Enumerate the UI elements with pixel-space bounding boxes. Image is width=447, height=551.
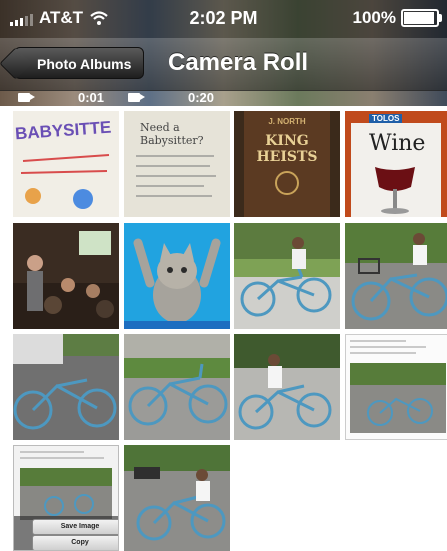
photo-albums-back-button[interactable]: Photo Albums [14, 47, 145, 79]
photo-thumbnail[interactable]: TOLOS Wine [345, 111, 447, 217]
photo-text: Need a Babysitter? [140, 121, 204, 147]
video-camera-icon [128, 93, 145, 102]
photo-thumbnail[interactable] [124, 223, 230, 329]
page-title: Camera Roll [168, 49, 309, 76]
video-duration: 0:20 [188, 90, 215, 105]
status-bar: AT&T 2:02 PM 100% [0, 0, 447, 38]
photo-thumbnail[interactable]: Need a Babysitter? [124, 111, 230, 217]
photo-thumbnail[interactable] [13, 223, 119, 329]
battery-indicator: 100% [352, 8, 442, 28]
photo-thumbnail[interactable] [234, 223, 340, 329]
photo-thumbnail[interactable] [234, 334, 340, 440]
photo-thumbnail[interactable] [124, 334, 230, 440]
photo-thumbnail[interactable]: Save Image Copy [13, 445, 119, 551]
wine-tag: TOLOS [369, 114, 403, 123]
photo-thumbnail[interactable] [345, 334, 447, 440]
video-camera-icon [18, 93, 35, 102]
photo-thumbnail[interactable] [345, 223, 447, 329]
book-title: KING HEISTS [256, 133, 318, 165]
photo-text: Wine [369, 131, 426, 156]
photo-thumbnail[interactable] [13, 334, 119, 440]
battery-percent: 100% [352, 8, 396, 27]
photo-thumbnail[interactable]: J. NORTH KING HEISTS [234, 111, 340, 217]
photo-thumbnail[interactable]: BABYSITTE [13, 111, 119, 217]
navigation-bar: Photo Albums Camera Roll [0, 38, 447, 91]
battery-icon [401, 9, 442, 27]
save-image-button[interactable]: Save Image [32, 519, 118, 535]
video-duration: 0:01 [78, 90, 105, 105]
photo-thumbnail[interactable] [124, 445, 230, 551]
book-author: J. NORTH [268, 117, 306, 126]
copy-button[interactable]: Copy [32, 535, 118, 550]
